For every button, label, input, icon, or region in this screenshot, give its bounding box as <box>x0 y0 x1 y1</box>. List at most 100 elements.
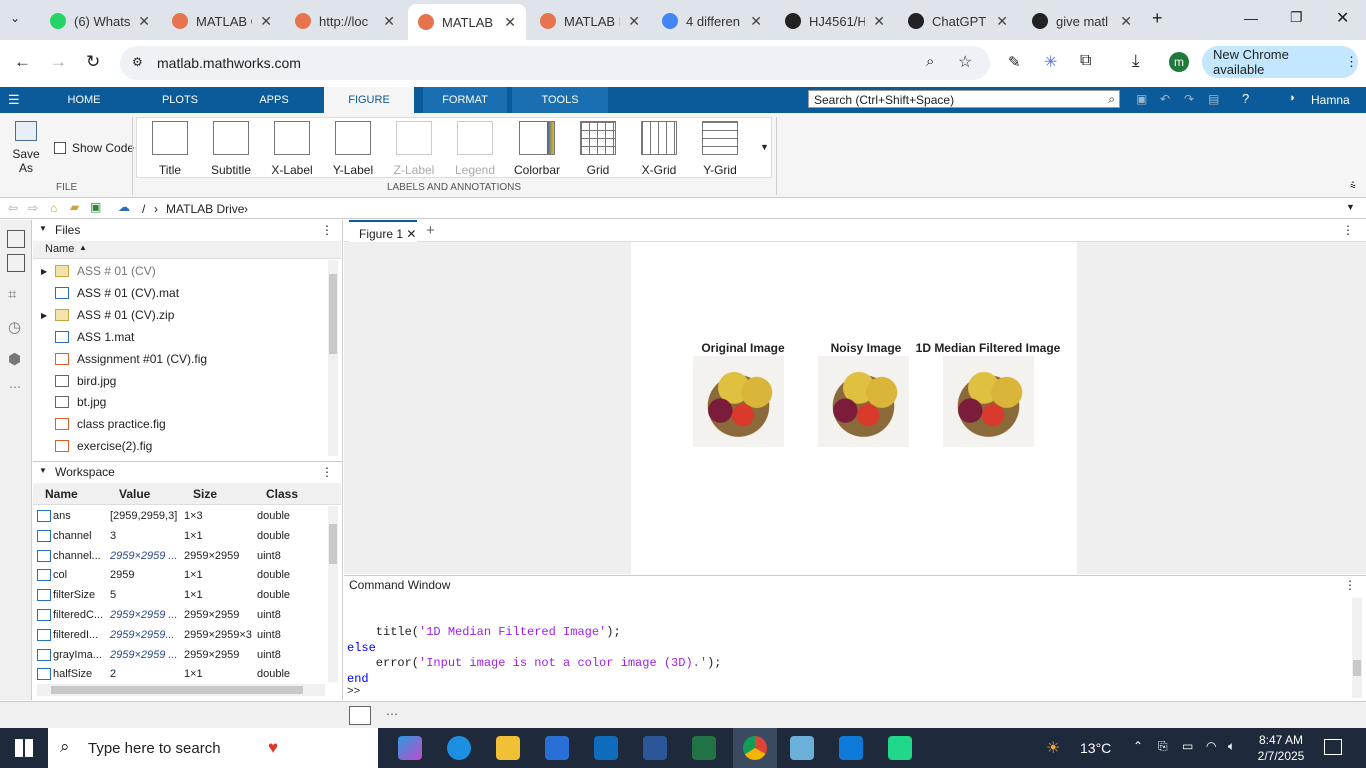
address-bar[interactable]: ⚙ matlab.mathworks.com ⌕ ☆ <box>120 46 990 80</box>
more-icon[interactable]: ⋯ <box>9 380 21 394</box>
folder-action-icon[interactable]: ▣ <box>90 200 101 214</box>
legend-button[interactable]: Legend <box>447 121 503 177</box>
original-image[interactable] <box>693 356 784 447</box>
panel-menu-icon[interactable]: ⋮ <box>1342 223 1354 237</box>
addons-icon[interactable]: ⬢ <box>8 350 21 368</box>
pen-icon[interactable]: ✎ <box>1008 53 1021 71</box>
expand-icon[interactable]: ▶ <box>33 267 55 276</box>
puzzle-icon[interactable]: ⧉ <box>1080 52 1091 70</box>
panel-menu-icon[interactable]: ⋮ <box>321 223 333 237</box>
tab-figure-1[interactable]: Figure 1 ✕ <box>349 220 417 242</box>
browser-tab[interactable]: 4 differen ✕ <box>652 6 772 36</box>
browser-tab[interactable]: (6) WhatsApp✕ <box>40 6 160 36</box>
edge-icon[interactable] <box>447 736 471 760</box>
collapse-icon[interactable]: ▼ <box>39 466 47 475</box>
vscode-icon[interactable] <box>839 736 863 760</box>
tab-tools[interactable]: TOOLS <box>512 87 608 113</box>
files-panel-icon[interactable] <box>7 230 25 248</box>
panel-menu-icon[interactable]: ⋮ <box>1344 578 1356 592</box>
window-close-icon[interactable]: ✕ <box>1336 8 1349 28</box>
zoom-icon[interactable]: ⌕ <box>926 53 934 70</box>
workspace-row[interactable]: col 2959 1×1 double <box>33 565 325 587</box>
command-prompt[interactable]: >> <box>347 686 360 698</box>
wifi-icon[interactable]: ◠ <box>1206 739 1216 753</box>
weather-icon[interactable]: ☀ <box>1046 738 1060 758</box>
path-root[interactable]: / <box>142 202 145 216</box>
xgrid-button[interactable]: X-Grid <box>631 121 687 177</box>
filtered-image[interactable] <box>943 356 1034 447</box>
scroll-thumb[interactable] <box>329 274 337 354</box>
pycharm-icon[interactable] <box>888 736 912 760</box>
file-item[interactable]: class practice.fig <box>33 413 166 435</box>
close-icon[interactable]: ✕ <box>406 227 416 241</box>
workspace-hscrollbar[interactable] <box>37 684 325 696</box>
workspace-row[interactable]: filteredI... 2959×2959... 2959×2959×3 uint8 <box>33 625 325 647</box>
collapse-icon[interactable]: ▼ <box>39 224 47 233</box>
user-name[interactable]: Hamna <box>1311 93 1350 107</box>
zlabel-button[interactable]: Z-Label <box>386 121 442 177</box>
new-tab-icon[interactable]: + <box>1152 8 1163 29</box>
save-as-button[interactable]: Save As <box>4 121 48 175</box>
gallery-more-icon[interactable]: ▼ <box>760 142 769 152</box>
noisy-image[interactable] <box>818 356 909 447</box>
browser-tab[interactable]: http://loc ✕ <box>285 6 405 36</box>
close-icon[interactable]: ✕ <box>504 14 516 31</box>
account-icon[interactable]: ◑ <box>1288 92 1295 104</box>
file-item[interactable]: bt.jpg <box>33 391 106 413</box>
close-icon[interactable]: ✕ <box>138 13 150 30</box>
excel-icon[interactable] <box>692 736 716 760</box>
clock[interactable]: 8:47 AM 2/7/2025 <box>1252 732 1310 764</box>
word-icon[interactable] <box>643 736 667 760</box>
close-icon[interactable]: ✕ <box>383 13 395 30</box>
menu-icon[interactable]: ☰ <box>8 92 20 108</box>
file-item[interactable]: exercise(2).fig <box>33 435 152 457</box>
file-item[interactable]: ▶ ASS # 01 (CV).zip <box>33 304 174 326</box>
col-class[interactable]: Class <box>266 487 298 501</box>
tab-search-icon[interactable]: ⌄ <box>10 11 20 25</box>
temperature[interactable]: 13°C <box>1080 740 1111 756</box>
browser-tab[interactable]: give matl ✕ <box>1022 6 1142 36</box>
download-icon[interactable]: ⤓ <box>1132 51 1140 71</box>
add-figure-icon[interactable]: + <box>426 222 435 239</box>
workspace-row[interactable]: filterSize 5 1×1 double <box>33 585 325 607</box>
layout-icon[interactable]: ▤ <box>1208 92 1219 106</box>
col-name[interactable]: Name <box>45 487 78 501</box>
workspace-panel-icon[interactable] <box>7 254 25 272</box>
meet-icon[interactable]: ⎘ <box>1158 739 1168 754</box>
close-icon[interactable]: ✕ <box>628 13 640 30</box>
panel-menu-icon[interactable]: ⋮ <box>321 465 333 479</box>
workspace-row[interactable]: channel... 2959×2959 ... 2959×2959 uint8 <box>33 546 325 568</box>
close-icon[interactable]: ✕ <box>873 13 885 30</box>
workspace-row[interactable]: channel 3 1×1 double <box>33 526 325 548</box>
reload-icon[interactable]: ↻ <box>86 52 100 72</box>
bookmark-star-icon[interactable]: ☆ <box>958 52 972 72</box>
chrome-update-button[interactable]: New Chrome available ⋮ <box>1202 46 1358 78</box>
taskbar-search[interactable]: ⌕ Type here to search ♥ <box>48 728 378 768</box>
forward-arrow-icon[interactable]: ⇨ <box>28 201 38 215</box>
browser-tab[interactable]: ChatGPT ✕ <box>898 6 1018 36</box>
tab-format[interactable]: FORMAT <box>423 87 507 113</box>
scroll-thumb[interactable] <box>329 524 337 564</box>
file-item[interactable]: ▶ ASS # 01 (CV) <box>33 260 156 282</box>
undo-icon[interactable]: ↶ <box>1160 92 1170 106</box>
path-dropdown-icon[interactable]: ▼ <box>1346 202 1355 212</box>
workspace-row[interactable]: ans [2959,2959,3] 1×3 double <box>33 506 325 528</box>
volume-icon[interactable]: 🔈︎ <box>1228 739 1235 754</box>
task-view-icon[interactable] <box>348 736 372 760</box>
back-icon[interactable]: ← <box>14 52 31 72</box>
site-info-icon[interactable]: ⚙ <box>132 55 143 69</box>
workspace-row[interactable]: filteredC... 2959×2959 ... 2959×2959 uint8 <box>33 605 325 627</box>
scroll-thumb[interactable] <box>1353 660 1361 676</box>
matlab-search-input[interactable]: Search (Ctrl+Shift+Space) ⌕ <box>808 90 1120 108</box>
file-item[interactable]: bird.jpg <box>33 370 116 392</box>
browser-tab[interactable]: MATLAB C✕ <box>162 6 282 36</box>
file-explorer-icon[interactable] <box>496 736 520 760</box>
tab-apps[interactable]: APPS <box>240 87 308 113</box>
redo-icon[interactable]: ↷ <box>1184 92 1194 106</box>
file-item[interactable]: Assignment #01 (CV).fig <box>33 348 207 370</box>
ygrid-button[interactable]: Y-Grid <box>692 121 748 177</box>
source-control-icon[interactable]: ⌗ <box>8 286 16 303</box>
help-icon[interactable]: ? <box>1242 91 1249 106</box>
workspace-scrollbar[interactable] <box>328 506 338 682</box>
xlabel-button[interactable]: X-Label <box>264 121 320 177</box>
